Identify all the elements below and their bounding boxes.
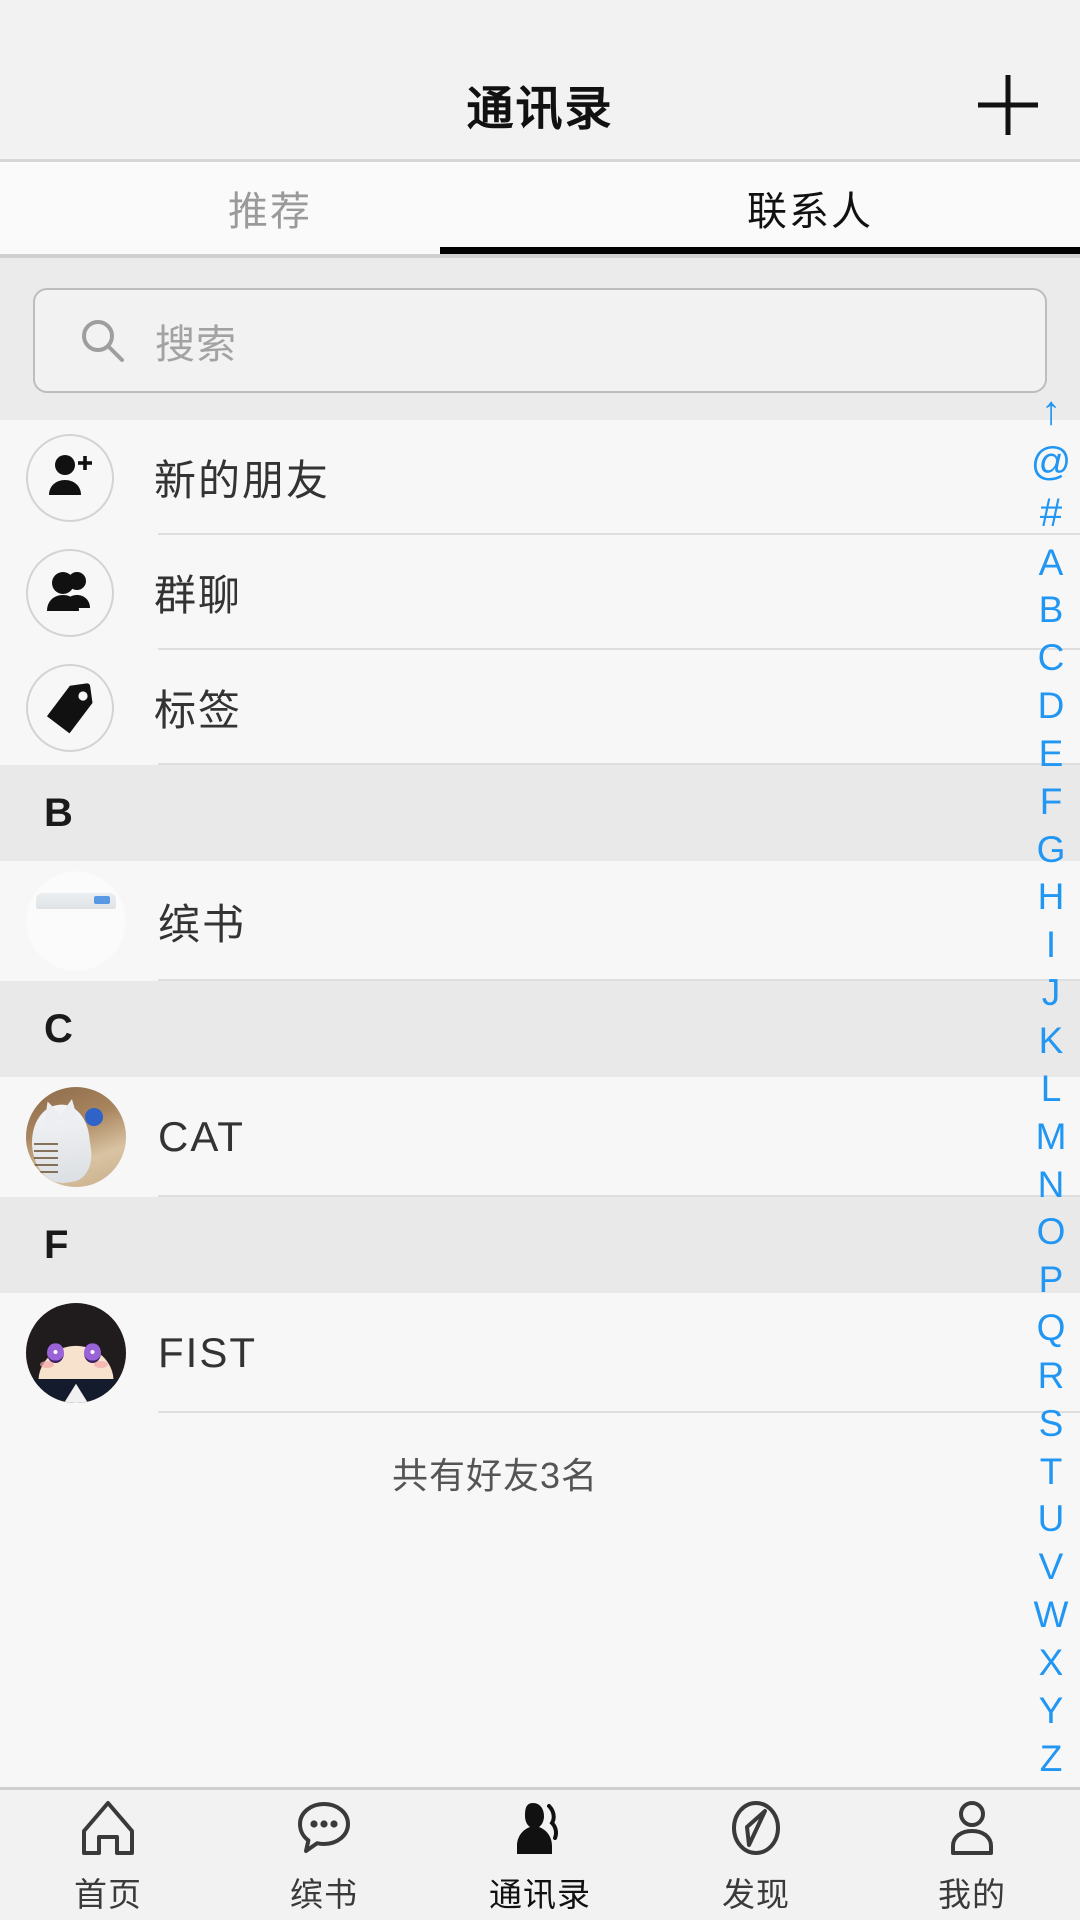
tab-bar: 推荐 联系人 [0,162,1080,254]
alpha-index-item[interactable]: M [1022,1118,1080,1155]
entry-avatar [26,548,114,637]
alpha-index-item[interactable]: U [1022,1500,1080,1537]
section-header-b: B [0,765,1080,861]
section-header-c: C [0,981,1080,1077]
nav-item-mine[interactable]: 我的 [864,1790,1080,1920]
plus-icon [978,74,1038,135]
alpha-index-item[interactable]: N [1022,1166,1080,1203]
chat-bubble-icon [293,1794,355,1862]
alpha-index-item[interactable]: V [1022,1548,1080,1585]
nav-item-chat[interactable]: 缤书 [216,1790,432,1920]
tab-recommend[interactable]: 推荐 [0,162,540,254]
alpha-index-item[interactable]: S [1022,1405,1080,1442]
avatar [26,871,126,971]
alpha-index-item[interactable]: Q [1022,1309,1080,1346]
alpha-index-item[interactable]: E [1022,735,1080,772]
alpha-index-item[interactable]: I [1022,926,1080,963]
page-title: 通讯录 [466,82,614,135]
alpha-index-item[interactable]: Z [1022,1740,1080,1777]
nav-item-label: 通讯录 [489,1876,591,1913]
search-icon [82,319,124,362]
home-icon [77,1794,139,1862]
nav-item-label: 首页 [74,1876,142,1913]
avatar [26,1087,126,1187]
alpha-index-item[interactable]: K [1022,1022,1080,1059]
entry-avatar [26,433,114,522]
app-header: 通讯录 [0,50,1080,162]
tag-icon [46,682,93,733]
status-bar [0,0,1080,50]
person-add-icon [49,454,92,495]
row-divider [158,979,1080,981]
contacts-icon [509,1794,571,1862]
row-divider [158,1411,1080,1413]
nav-item-home[interactable]: 首页 [0,1790,216,1920]
list-item-label: 新的朋友 [154,457,331,504]
alpha-index-item[interactable]: @ [1022,442,1080,482]
add-contact-button[interactable] [970,67,1046,143]
list-item-label: 群聊 [154,572,243,619]
contacts-list[interactable]: 新的朋友 群聊 标签 B 缤书 C CAT F FIST 共有好友3名 [0,420,1080,1787]
nav-item-contacts[interactable]: 通讯录 [432,1790,648,1920]
friends-count-footer: 共有好友3名 [0,1413,1080,1533]
contact-name: FIST [158,1329,257,1376]
alpha-index-item[interactable]: R [1022,1357,1080,1394]
alpha-index-item[interactable]: L [1022,1070,1080,1107]
contact-name: 缤书 [158,900,247,948]
nav-item-label: 发现 [722,1876,790,1913]
alpha-index-item[interactable]: J [1022,974,1080,1011]
section-header-f: F [0,1197,1080,1293]
alpha-index-item[interactable]: X [1022,1644,1080,1681]
tab-active-underline [440,247,1080,254]
alpha-index-item[interactable]: B [1022,591,1080,628]
contact-name: CAT [158,1113,245,1160]
alpha-index-item[interactable]: F [1022,783,1080,820]
alpha-index-item[interactable]: H [1022,878,1080,915]
alpha-index-item[interactable]: A [1022,544,1080,581]
row-divider [158,763,1080,765]
search-section: 搜索 [0,258,1080,420]
row-divider [158,1195,1080,1197]
alpha-index-item[interactable]: D [1022,687,1080,724]
alpha-index-item[interactable]: C [1022,639,1080,676]
compass-icon [725,1794,787,1862]
entry-avatar [26,663,114,752]
alpha-index-item[interactable]: ↑ [1022,391,1080,431]
list-item-label: 标签 [154,687,243,734]
bottom-navigation: 首页 缤书 通讯录 发现 我的 [0,1787,1080,1920]
nav-item-label: 缤书 [290,1876,358,1913]
list-item-group-chat[interactable]: 群聊 [0,535,1080,650]
alpha-index-item[interactable]: # [1022,493,1080,533]
contact-row[interactable]: FIST [0,1293,1080,1413]
alpha-index-item[interactable]: W [1022,1596,1080,1633]
nav-item-label: 我的 [938,1876,1006,1913]
alpha-index-item[interactable]: Y [1022,1692,1080,1729]
contacts-screen: 通讯录 推荐 联系人 搜索 新的朋友 群聊 标签 B 缤书 C CAT F FI… [0,0,1080,1920]
person-icon [941,1794,1003,1862]
search-input[interactable]: 搜索 [33,288,1047,393]
search-placeholder: 搜索 [155,322,237,367]
alphabet-index[interactable]: ↑ @ # A B C D E F G H I J K L M N O P Q … [1022,383,1080,1787]
alpha-index-item[interactable]: P [1022,1261,1080,1298]
avatar [26,1303,126,1403]
alpha-index-item[interactable]: O [1022,1213,1080,1250]
group-people-icon [47,571,90,611]
alpha-index-item[interactable]: G [1022,831,1080,868]
contact-row[interactable]: CAT [0,1077,1080,1197]
list-item-new-friends[interactable]: 新的朋友 [0,420,1080,535]
nav-item-discover[interactable]: 发现 [648,1790,864,1920]
contact-row[interactable]: 缤书 [0,861,1080,981]
list-item-tags[interactable]: 标签 [0,650,1080,765]
tab-contacts[interactable]: 联系人 [540,162,1080,254]
alpha-index-item[interactable]: T [1022,1453,1080,1490]
